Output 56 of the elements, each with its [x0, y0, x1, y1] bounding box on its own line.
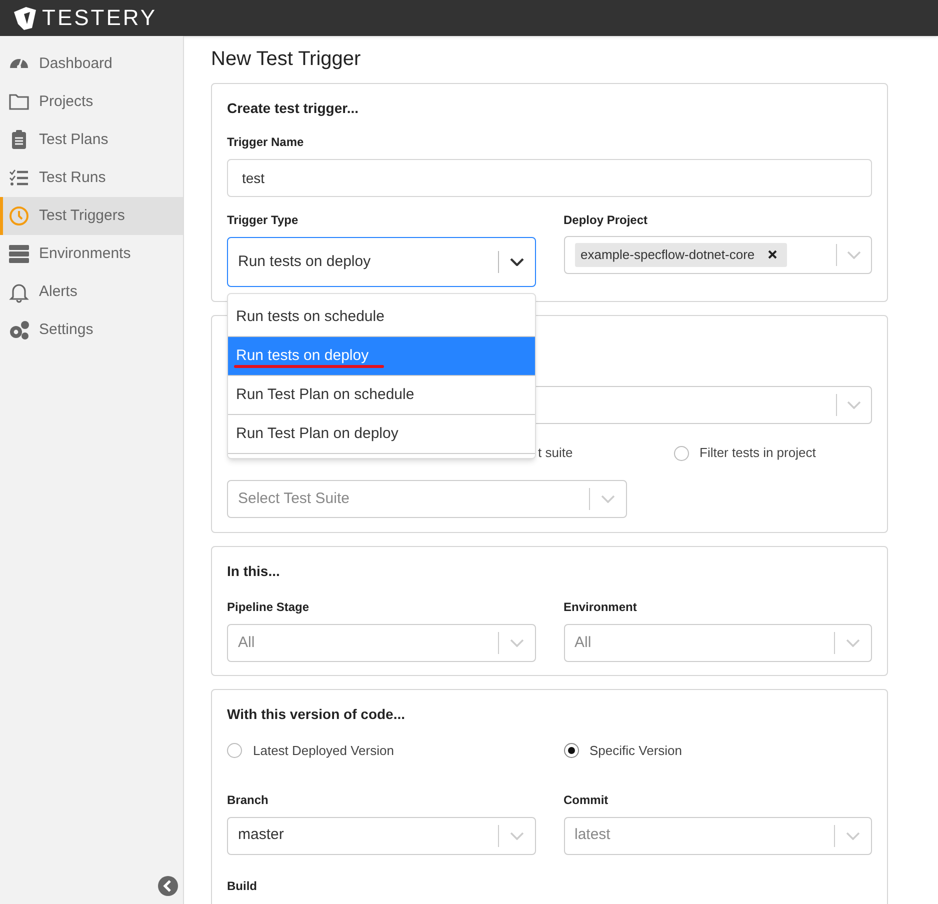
radio-button[interactable] [674, 446, 688, 460]
field-label: Build [227, 878, 258, 894]
sidebar-item[interactable]: Dashboard [0, 45, 183, 83]
card-title: With this version of code... [227, 705, 406, 724]
field-label: Trigger Type [227, 212, 300, 229]
dropdown-option[interactable]: Run Test Plan on deploy [228, 415, 534, 454]
logo-text: TESTERY [42, 7, 158, 29]
sidebar-item[interactable]: Settings [0, 311, 183, 349]
field-label: Trigger Name [227, 134, 305, 151]
sidebar-item[interactable]: Test Triggers [0, 197, 183, 235]
dropdown-option[interactable]: Run tests on schedule [228, 298, 534, 337]
select-field[interactable]: All [564, 624, 872, 662]
field-label: Pipeline Stage [227, 599, 310, 616]
radio-option[interactable]: Latest Deployed Version [227, 741, 536, 760]
field-label: Commit [564, 792, 610, 808]
chevron-down-icon [510, 639, 524, 647]
radio-option[interactable]: Filter tests in project [674, 443, 872, 463]
field-label: Branch [227, 792, 270, 808]
radio-label: t suite [538, 445, 573, 460]
card-title: In this... [227, 562, 281, 581]
dropdown-option[interactable]: Run tests on deploy [228, 337, 534, 376]
radio-option[interactable]: Specific Version [564, 741, 872, 760]
sidebar-item[interactable]: Environments [0, 235, 183, 273]
radio-button[interactable] [564, 743, 578, 758]
logo-icon [12, 6, 38, 30]
field-label: Deploy Project [564, 212, 649, 229]
project-tag: example-specflow-dotnet-core [574, 243, 787, 267]
select-field[interactable]: latest [564, 816, 872, 854]
collapse-icon[interactable] [158, 876, 178, 896]
field-label: Environment [564, 599, 638, 616]
bell-icon [8, 281, 30, 303]
server-icon [8, 243, 30, 265]
trigger-name-field[interactable]: test [227, 159, 872, 197]
clock-icon [8, 205, 30, 227]
chevron-down-icon [846, 639, 860, 647]
deploy-project-select[interactable]: example-specflow-dotnet-core [564, 236, 872, 274]
test-suite-select[interactable]: Select Test Suite [227, 480, 627, 518]
select-field[interactable]: master [227, 816, 536, 854]
radio-button[interactable] [227, 743, 242, 758]
chevron-down-icon [510, 258, 524, 266]
gears-icon [8, 319, 30, 341]
select-field[interactable]: All [227, 624, 536, 662]
page-title: New Test Trigger [211, 47, 362, 72]
card-title: Create test trigger... [227, 99, 360, 118]
sidebar-item[interactable]: Test Runs [0, 159, 183, 197]
folder-icon [8, 91, 30, 113]
sidebar-item[interactable]: Projects [0, 83, 183, 121]
sidebar-item[interactable]: Test Plans [0, 121, 183, 159]
chevron-down-icon [601, 495, 615, 503]
trigger-type-select[interactable]: Run tests on deploy [227, 237, 536, 287]
dropdown-option[interactable]: Run Test Plan on schedule [228, 376, 534, 415]
chevron-down-icon [847, 251, 861, 259]
chevron-down-icon [847, 401, 861, 409]
sidebar-item[interactable]: Alerts [0, 273, 183, 311]
chevron-down-icon [510, 832, 524, 840]
chevron-down-icon [846, 832, 860, 840]
